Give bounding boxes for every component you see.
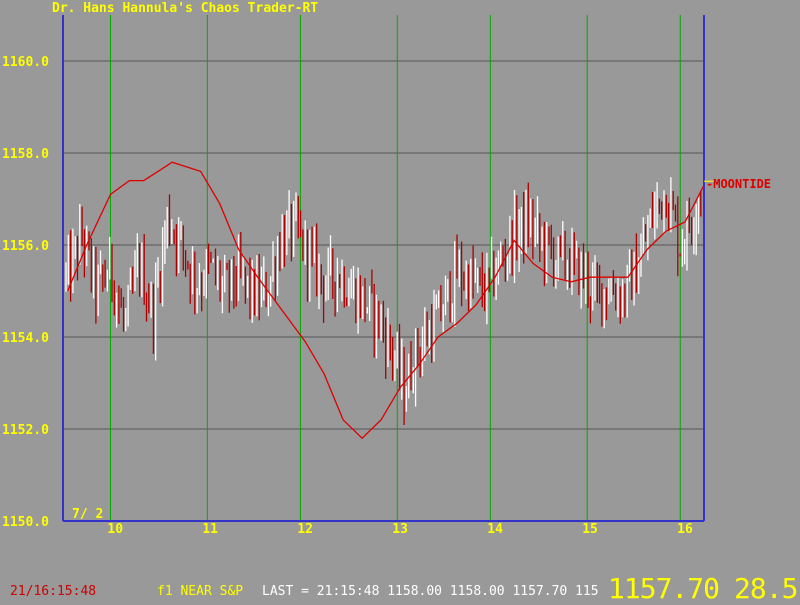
big-change: 28.5: [734, 572, 798, 605]
big-price: 1157.70: [608, 572, 720, 605]
y-tick-label: 1150.0: [2, 515, 49, 530]
price-chart: 1150.0 1152.0 1154.0 1156.0 1158.0 1160.0 10 1…: [2, 15, 771, 537]
status-symbol: f1 NEAR S&P: [157, 584, 244, 599]
x-tick-label: 15: [582, 522, 598, 537]
status-last-quote: LAST = 21:15:48 1158.00 1158.00 1157.70 …: [262, 584, 599, 599]
x-tick-label: 16: [677, 522, 693, 537]
x-tick-label: 13: [392, 522, 408, 537]
x-tick-label: 10: [107, 522, 123, 537]
y-tick-label: 1152.0: [2, 423, 49, 438]
app-title: Dr. Hans Hannula's Chaos Trader-RT: [52, 1, 319, 16]
y-tick-label: 1154.0: [2, 331, 49, 346]
x-tick-label: 14: [487, 522, 503, 537]
status-timestamp: 21/16:15:48: [10, 584, 97, 599]
x-tick-label: 12: [297, 522, 313, 537]
date-label: 7/ 2: [72, 507, 103, 522]
y-tick-label: 1156.0: [2, 239, 49, 254]
y-tick-label: 1158.0: [2, 147, 49, 162]
x-tick-label: 11: [202, 522, 218, 537]
y-tick-label: 1160.0: [2, 55, 49, 70]
moontide-label: -MOONTIDE: [706, 177, 771, 191]
